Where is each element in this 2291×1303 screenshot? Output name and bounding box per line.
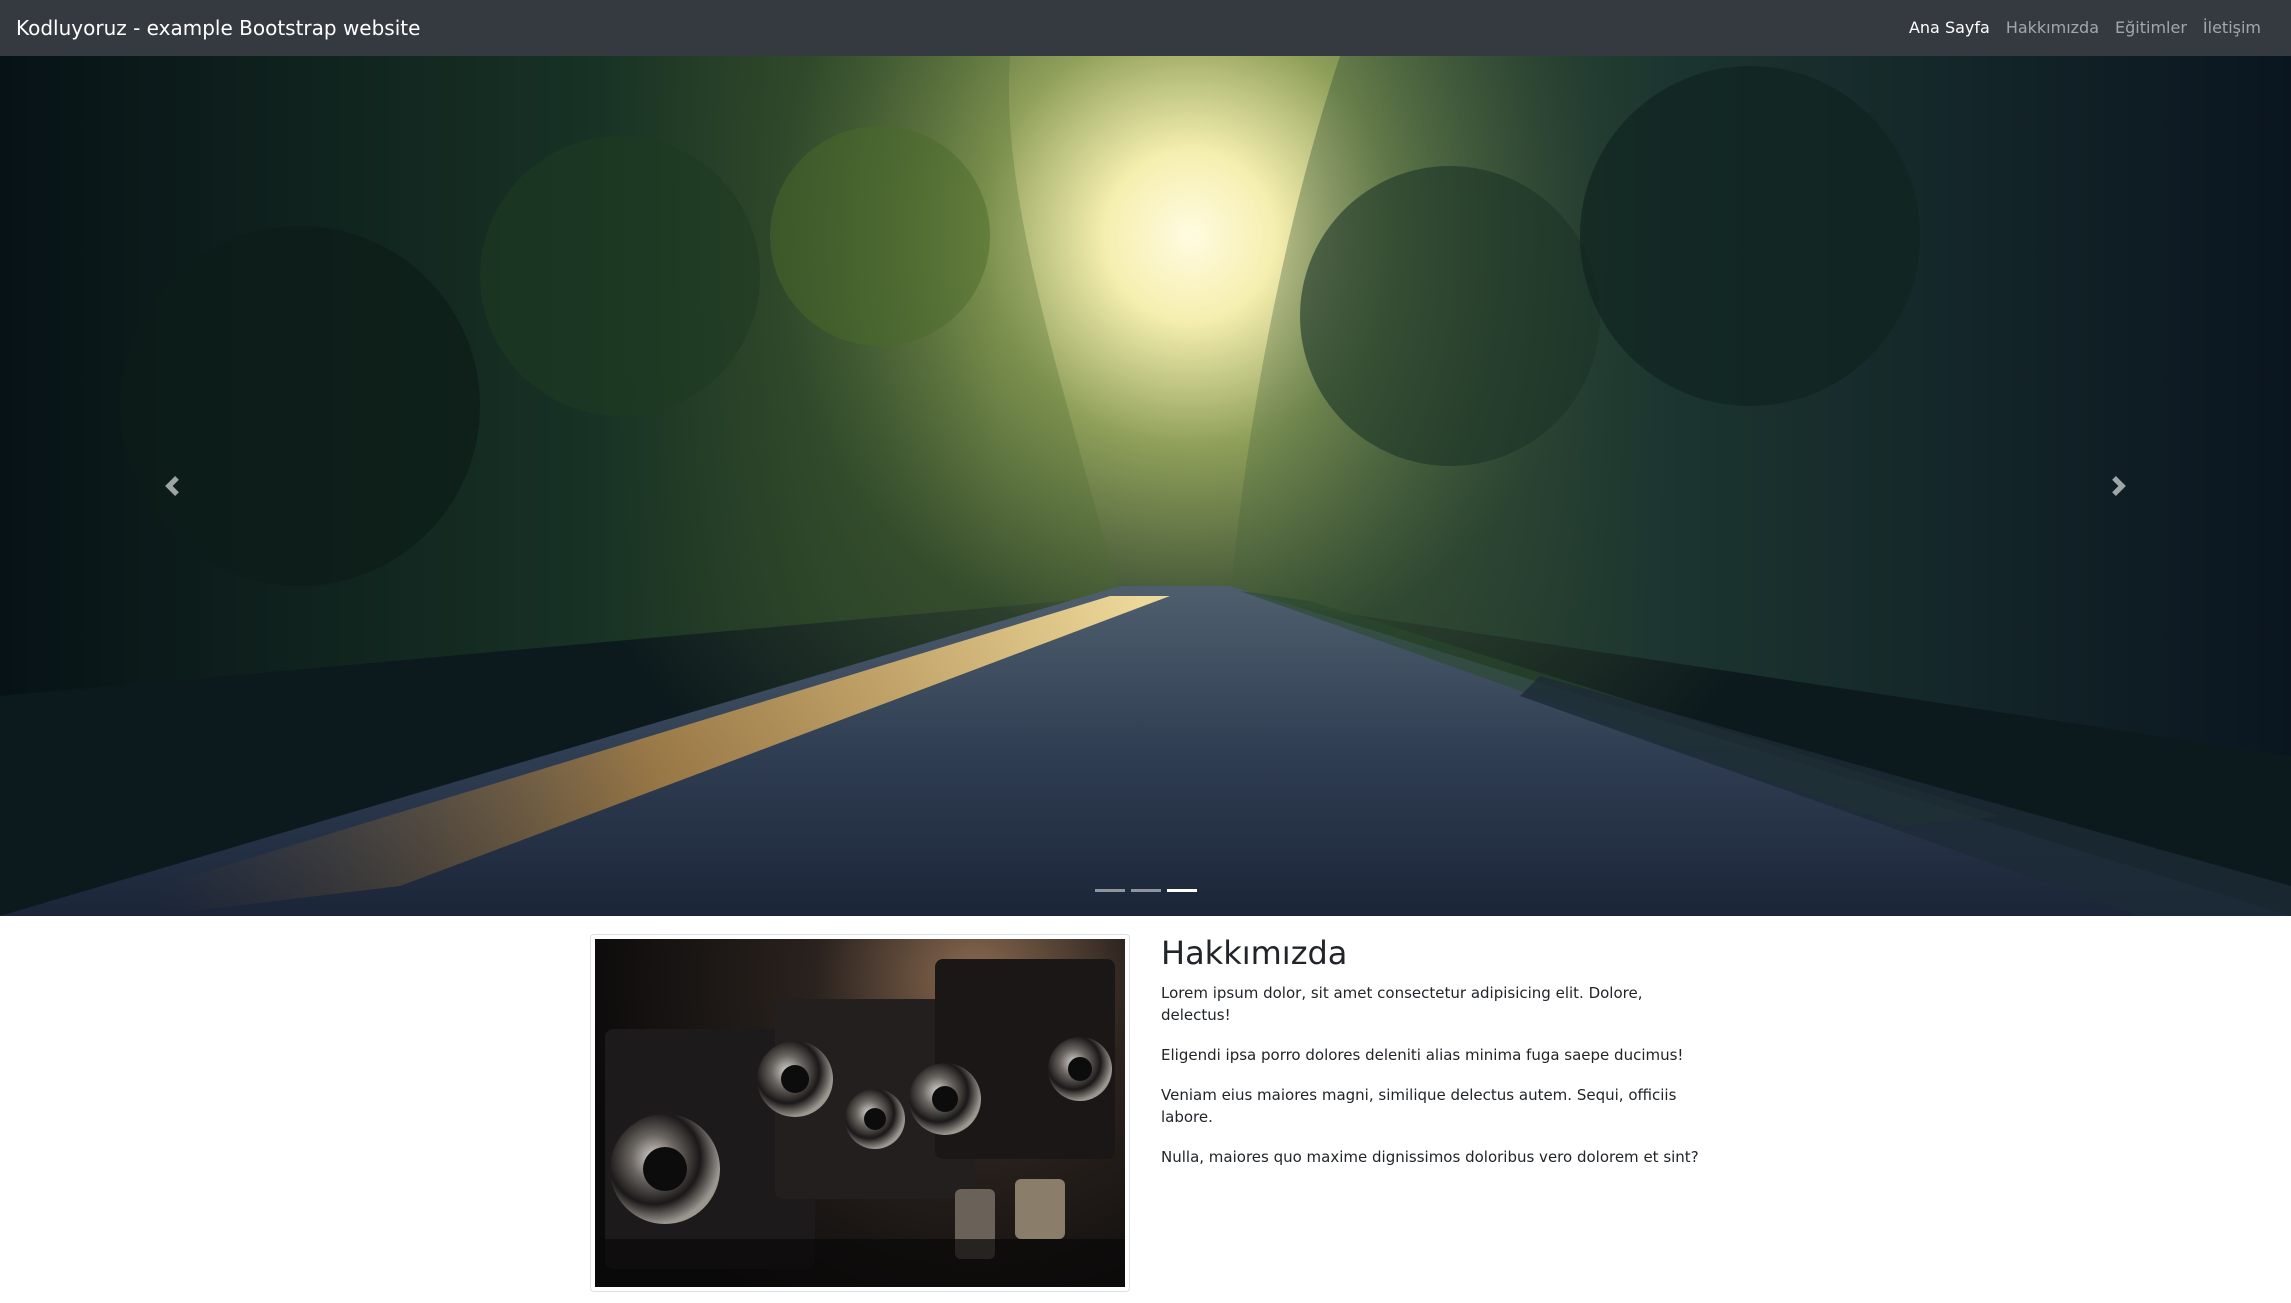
- navbar-brand[interactable]: Kodluyoruz - example Bootstrap website: [16, 14, 420, 42]
- nav-link-egitimler[interactable]: Eğitimler: [2107, 17, 2195, 39]
- carousel-indicator-3[interactable]: [1166, 889, 1197, 892]
- nav-link-hakkimizda[interactable]: Hakkımızda: [1998, 17, 2107, 39]
- chevron-left-icon: [165, 476, 179, 496]
- carousel-next-button[interactable]: [1947, 56, 2291, 916]
- about-text: Hakkımızda Lorem ipsum dolor, sit amet c…: [1161, 934, 1701, 1186]
- about-paragraph-1: Lorem ipsum dolor, sit amet consectetur …: [1161, 984, 1643, 1024]
- carousel-indicators: [0, 889, 2291, 892]
- hero-carousel: [0, 56, 2291, 916]
- nav-link-ana-sayfa[interactable]: Ana Sayfa: [1901, 17, 1998, 39]
- top-navbar: Kodluyoruz - example Bootstrap website A…: [0, 0, 2291, 56]
- carousel-indicator-1[interactable]: [1094, 889, 1125, 892]
- about-paragraph-2: Eligendi ipsa porro dolores deleniti ali…: [1161, 1046, 1684, 1064]
- about-image-thumbnail: [590, 934, 1130, 1292]
- camera-photo: [595, 939, 1125, 1287]
- nav-link-iletisim[interactable]: İletişim: [2195, 17, 2269, 39]
- about-heading: Hakkımızda: [1161, 934, 1348, 972]
- about-section: Hakkımızda Lorem ipsum dolor, sit amet c…: [590, 934, 1702, 1294]
- chevron-right-icon: [2112, 476, 2126, 496]
- nav-links: Ana Sayfa Hakkımızda Eğitimler İletişim: [1901, 17, 2269, 39]
- carousel-prev-button[interactable]: [0, 56, 344, 916]
- carousel-indicator-2[interactable]: [1130, 889, 1161, 892]
- about-paragraph-3: Veniam eius maiores magni, similique del…: [1161, 1086, 1677, 1126]
- about-paragraph-4: Nulla, maiores quo maxime dignissimos do…: [1161, 1148, 1699, 1166]
